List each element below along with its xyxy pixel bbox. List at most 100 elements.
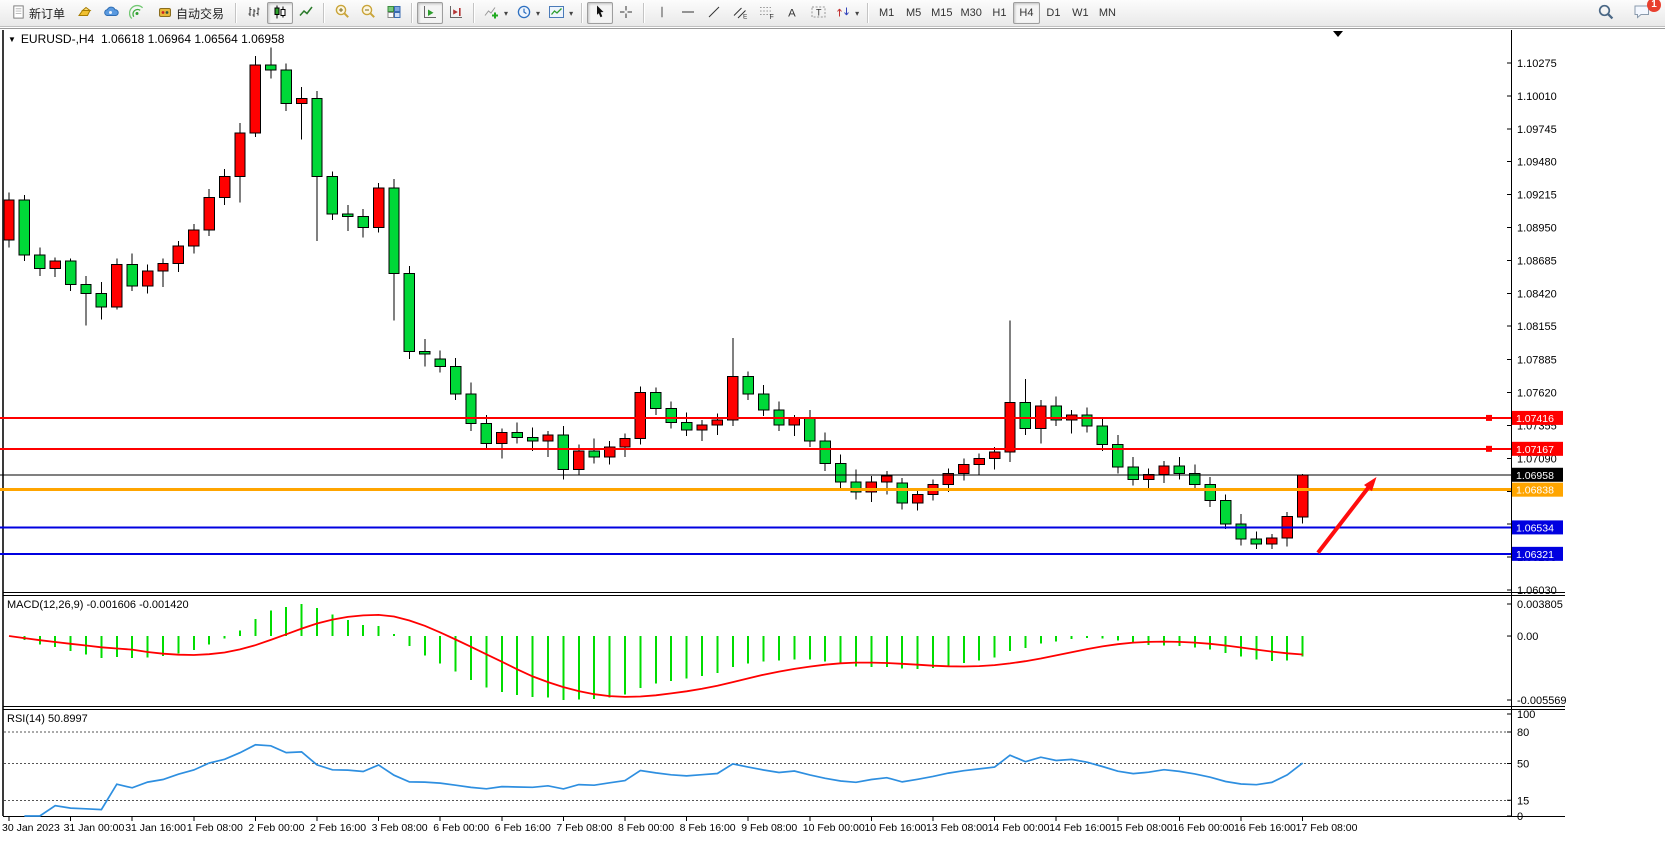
indicators-button[interactable]: ▾ [479,2,512,24]
candle [173,246,183,263]
mql5-community-button[interactable] [98,2,124,24]
auto-scroll-icon [422,4,438,23]
vertical-line-icon [655,4,669,23]
line-handle[interactable] [1486,446,1492,452]
candle [65,261,75,285]
candle [651,393,661,409]
zoom-in-button[interactable] [329,2,355,24]
line-chart-button[interactable] [293,2,319,24]
bar-chart-icon [246,4,262,23]
price-chart-canvas[interactable]: 1.102751.100101.097451.094801.092151.089… [0,28,1665,842]
candle [1082,415,1092,426]
candle [789,419,799,425]
text-tool-button[interactable]: A [779,2,805,24]
chat-button[interactable]: 1 [1629,2,1655,24]
svg-text:14 Feb 00:00: 14 Feb 00:00 [988,822,1050,834]
timeframe-M15[interactable]: M15 [927,2,956,24]
new-order-button[interactable]: 新订单 [4,2,72,24]
candle [389,188,399,274]
candle [527,437,537,441]
candle [897,483,907,503]
search-button[interactable] [1593,2,1619,24]
terminal-button[interactable] [72,2,98,24]
timeframe-H4[interactable]: H4 [1013,2,1040,24]
chart-shift-button[interactable] [443,2,469,24]
timeframe-D1[interactable]: D1 [1040,2,1067,24]
bar-chart-button[interactable] [241,2,267,24]
new-order-icon [11,4,26,23]
chart-dropdown-caret-icon[interactable] [1333,31,1343,37]
oneclick-trading-caret-icon[interactable]: ▼ [8,35,16,44]
candle [820,441,830,463]
crosshair-tool-button[interactable] [613,2,639,24]
candle [358,216,368,227]
vertical-line-tool-button[interactable] [649,2,675,24]
notification-badge: 1 [1647,0,1661,12]
arrows-tool-button[interactable]: ▾ [831,2,863,24]
chevron-down-icon: ▾ [569,9,573,18]
svg-text:1.08155: 1.08155 [1517,321,1557,333]
svg-text:15: 15 [1517,795,1529,807]
timeframe-MN[interactable]: MN [1094,2,1121,24]
candle [666,409,676,423]
candle [481,424,491,444]
search-icon [1597,3,1615,24]
svg-text:1.09215: 1.09215 [1517,190,1557,202]
timeframe-M1[interactable]: M1 [873,2,900,24]
indicators-icon [483,3,500,23]
candle [1128,467,1138,479]
timeframe-H1[interactable]: H1 [986,2,1013,24]
candle [589,451,599,457]
templates-button[interactable]: ▾ [544,2,577,24]
svg-text:1.09745: 1.09745 [1517,124,1557,136]
cloud-icon [103,4,119,23]
svg-text:1.07620: 1.07620 [1517,388,1557,400]
timeframe-M30[interactable]: M30 [957,2,986,24]
candle [1097,426,1107,445]
cursor-tool-button[interactable] [587,2,613,24]
candlestick-icon [272,4,288,23]
signals-button[interactable] [124,2,150,24]
candle [1220,501,1230,525]
candle [635,393,645,439]
svg-text:-0.005569: -0.005569 [1517,695,1567,707]
trendline-tool-button[interactable] [701,2,727,24]
candle [158,263,168,270]
svg-text:80: 80 [1517,727,1529,739]
candle [219,177,229,198]
line-chart-icon [298,4,314,23]
gold-ingot-icon [77,4,93,23]
candle [1297,475,1307,517]
horizontal-line-tool-button[interactable] [675,2,701,24]
rsi-value: 50.8997 [48,713,88,725]
svg-text:0.003805: 0.003805 [1517,599,1563,611]
svg-text:1.06030: 1.06030 [1517,585,1557,597]
text-label-tool-button[interactable]: T [805,2,831,24]
timeframe-W1[interactable]: W1 [1067,2,1094,24]
candlestick-chart-button[interactable] [267,2,293,24]
fibonacci-tool-button[interactable]: F [753,2,779,24]
timeframe-M5[interactable]: M5 [900,2,927,24]
time-axis: 30 Jan 202331 Jan 00:0031 Jan 16:001 Feb… [2,817,1358,834]
channel-tool-button[interactable]: E [727,2,753,24]
svg-text:1.10275: 1.10275 [1517,58,1557,70]
chart-shift-icon [448,4,464,23]
candle [296,98,306,103]
auto-scroll-button[interactable] [417,2,443,24]
svg-text:50: 50 [1517,759,1529,771]
periods-button[interactable]: ▾ [512,2,544,24]
zoom-out-button[interactable] [355,2,381,24]
candle [620,439,630,448]
candle [1020,403,1030,429]
toolbar-separator [643,3,645,23]
text-label-icon: T [810,4,827,23]
candle [543,435,553,441]
candle [835,463,845,482]
clock-icon [516,4,532,23]
toolbar-separator [581,3,583,23]
tile-windows-button[interactable] [381,2,407,24]
autotrading-button[interactable]: 自动交易 [150,2,231,24]
candle [743,376,753,393]
svg-text:A: A [788,7,796,19]
line-handle[interactable] [1486,415,1492,421]
